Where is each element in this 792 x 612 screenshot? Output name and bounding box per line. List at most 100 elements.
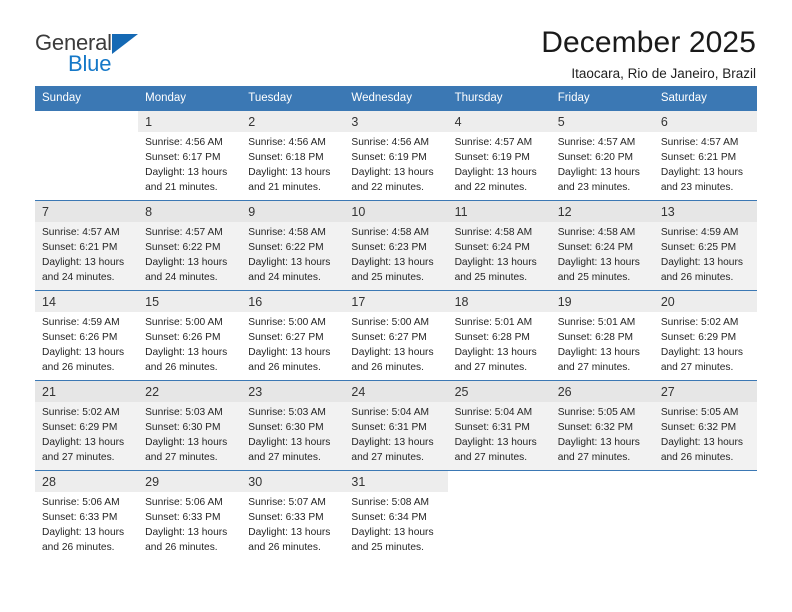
calendar-day-cell-empty	[653, 470, 757, 561]
sunset-text: Sunset: 6:19 PM	[454, 152, 530, 164]
sunrise-text: Sunrise: 4:56 AM	[145, 137, 223, 149]
calendar-day-cell[interactable]: 17 Sunrise: 5:00 AM Sunset: 6:27 PM Dayligh…	[344, 290, 448, 381]
calendar-day-cell[interactable]: 5 Sunrise: 4:57 AM Sunset: 6:20 PM Daylight…	[550, 110, 654, 201]
day-details: Sunrise: 4:57 AM Sunset: 6:19 PM Daylight:…	[448, 132, 551, 196]
sunrise-text: Sunrise: 5:07 AM	[248, 497, 326, 509]
day-details: Sunrise: 5:01 AM Sunset: 6:28 PM Daylight:…	[448, 312, 551, 376]
weekday-header-saturday: Saturday	[653, 86, 757, 111]
sunset-text: Sunset: 6:24 PM	[454, 242, 530, 254]
day-number: 1	[138, 111, 242, 133]
day-number: 16	[241, 291, 345, 313]
sunset-text: Sunset: 6:32 PM	[660, 422, 737, 434]
sunset-text: Sunset: 6:21 PM	[660, 152, 737, 164]
calendar-day-cell[interactable]: 16 Sunrise: 5:00 AM Sunset: 6:27 PM Dayligh…	[241, 290, 345, 381]
sunrise-text: Sunrise: 5:01 AM	[454, 317, 533, 329]
daylight-text: Daylight: 13 hours and 22 minutes.	[351, 167, 434, 194]
day-details: Sunrise: 5:01 AM Sunset: 6:28 PM Daylight:…	[551, 312, 654, 376]
daylight-text: Daylight: 13 hours and 21 minutes.	[145, 167, 228, 194]
calendar-day-cell[interactable]: 31 Sunrise: 5:08 AM Sunset: 6:34 PM Dayligh…	[344, 470, 448, 561]
calendar-day-cell[interactable]: 1 Sunrise: 4:56 AM Sunset: 6:17 PM Daylight…	[138, 110, 242, 201]
calendar-day-cell[interactable]: 4 Sunrise: 4:57 AM Sunset: 6:19 PM Daylight…	[447, 110, 551, 201]
sunrise-text: Sunrise: 4:57 AM	[660, 137, 739, 149]
sunrise-text: Sunrise: 5:00 AM	[248, 317, 326, 329]
sunrise-text: Sunrise: 4:59 AM	[660, 227, 739, 239]
calendar-day-cell[interactable]: 30 Sunrise: 5:07 AM Sunset: 6:33 PM Dayligh…	[241, 470, 345, 561]
calendar-day-cell[interactable]: 9 Sunrise: 4:58 AM Sunset: 6:22 PM Daylight…	[241, 200, 345, 291]
sunset-text: Sunset: 6:27 PM	[351, 332, 427, 344]
day-details: Sunrise: 5:04 AM Sunset: 6:31 PM Daylight:…	[344, 402, 447, 466]
daylight-text: Daylight: 13 hours and 26 minutes.	[660, 437, 743, 464]
calendar-week-row: 7 Sunrise: 4:57 AM Sunset: 6:21 PM Daylight…	[35, 200, 757, 291]
day-number: 15	[138, 291, 242, 313]
calendar-day-cell[interactable]: 25 Sunrise: 5:04 AM Sunset: 6:31 PM Dayligh…	[447, 380, 551, 471]
day-details: Sunrise: 5:00 AM Sunset: 6:27 PM Daylight:…	[344, 312, 447, 376]
daylight-text: Daylight: 13 hours and 25 minutes.	[454, 257, 537, 284]
sunset-text: Sunset: 6:30 PM	[248, 422, 324, 434]
daylight-text: Daylight: 13 hours and 27 minutes.	[660, 347, 743, 374]
daylight-text: Daylight: 13 hours and 26 minutes.	[145, 347, 228, 374]
day-number: 30	[241, 471, 345, 493]
day-details: Sunrise: 5:03 AM Sunset: 6:30 PM Daylight:…	[241, 402, 344, 466]
day-details: Sunrise: 4:57 AM Sunset: 6:21 PM Daylight:…	[35, 222, 138, 286]
day-details: Sunrise: 4:58 AM Sunset: 6:22 PM Daylight:…	[241, 222, 344, 286]
calendar-day-cell[interactable]: 28 Sunrise: 5:06 AM Sunset: 6:33 PM Dayligh…	[35, 470, 139, 561]
calendar-day-cell[interactable]: 27 Sunrise: 5:05 AM Sunset: 6:32 PM Dayligh…	[653, 380, 757, 471]
calendar-day-cell[interactable]: 3 Sunrise: 4:56 AM Sunset: 6:19 PM Daylight…	[344, 110, 448, 201]
day-details: Sunrise: 5:05 AM Sunset: 6:32 PM Daylight:…	[551, 402, 654, 466]
calendar-day-cell[interactable]: 18 Sunrise: 5:01 AM Sunset: 6:28 PM Dayligh…	[447, 290, 551, 381]
sunrise-text: Sunrise: 4:59 AM	[42, 317, 120, 329]
sunrise-text: Sunrise: 5:04 AM	[454, 407, 533, 419]
day-number: 24	[344, 381, 448, 403]
sunset-text: Sunset: 6:19 PM	[351, 152, 427, 164]
day-details: Sunrise: 5:00 AM Sunset: 6:27 PM Daylight:…	[241, 312, 344, 376]
calendar-day-cell[interactable]: 23 Sunrise: 5:03 AM Sunset: 6:30 PM Dayligh…	[241, 380, 345, 471]
calendar-day-cell[interactable]: 21 Sunrise: 5:02 AM Sunset: 6:29 PM Dayligh…	[35, 380, 139, 471]
daylight-text: Daylight: 13 hours and 27 minutes.	[145, 437, 228, 464]
sunset-text: Sunset: 6:30 PM	[145, 422, 221, 434]
calendar-day-cell[interactable]: 26 Sunrise: 5:05 AM Sunset: 6:32 PM Dayligh…	[550, 380, 654, 471]
calendar-day-cell[interactable]: 6 Sunrise: 4:57 AM Sunset: 6:21 PM Daylight…	[653, 110, 757, 201]
day-number: 6	[653, 111, 757, 133]
calendar-day-cell[interactable]: 11 Sunrise: 4:58 AM Sunset: 6:24 PM Dayligh…	[447, 200, 551, 291]
sunset-text: Sunset: 6:31 PM	[454, 422, 530, 434]
calendar-day-cell[interactable]: 2 Sunrise: 4:56 AM Sunset: 6:18 PM Daylight…	[241, 110, 345, 201]
calendar-day-cell[interactable]: 14 Sunrise: 4:59 AM Sunset: 6:26 PM Dayligh…	[35, 290, 139, 381]
day-number: 14	[35, 291, 139, 313]
calendar-day-cell[interactable]: 12 Sunrise: 4:58 AM Sunset: 6:24 PM Dayligh…	[550, 200, 654, 291]
day-details: Sunrise: 4:57 AM Sunset: 6:20 PM Daylight:…	[551, 132, 654, 196]
daylight-text: Daylight: 13 hours and 26 minutes.	[660, 257, 743, 284]
sunrise-text: Sunrise: 4:56 AM	[351, 137, 430, 149]
day-details: Sunrise: 4:59 AM Sunset: 6:25 PM Daylight:…	[654, 222, 757, 286]
day-details: Sunrise: 5:06 AM Sunset: 6:33 PM Daylight:…	[35, 492, 138, 556]
sunset-text: Sunset: 6:28 PM	[557, 332, 634, 344]
generalblue-logo[interactable]: General Blue	[35, 26, 155, 78]
day-number: 23	[241, 381, 345, 403]
sunrise-text: Sunrise: 4:57 AM	[145, 227, 223, 239]
day-details: Sunrise: 5:02 AM Sunset: 6:29 PM Daylight:…	[35, 402, 138, 466]
calendar-day-cell[interactable]: 20 Sunrise: 5:02 AM Sunset: 6:29 PM Dayligh…	[653, 290, 757, 381]
day-number: 4	[447, 111, 551, 133]
day-details: Sunrise: 4:58 AM Sunset: 6:24 PM Daylight:…	[448, 222, 551, 286]
sunset-text: Sunset: 6:22 PM	[145, 242, 221, 254]
calendar-day-cell[interactable]: 8 Sunrise: 4:57 AM Sunset: 6:22 PM Daylight…	[138, 200, 242, 291]
page-title: December 2025	[541, 26, 756, 59]
sunset-text: Sunset: 6:34 PM	[351, 512, 427, 524]
calendar-day-cell[interactable]: 10 Sunrise: 4:58 AM Sunset: 6:23 PM Dayligh…	[344, 200, 448, 291]
calendar-page: General Blue December 2025 Itaocara, Rio…	[0, 0, 792, 612]
calendar-day-cell[interactable]: 13 Sunrise: 4:59 AM Sunset: 6:25 PM Dayligh…	[653, 200, 757, 291]
day-number: 12	[550, 201, 654, 223]
calendar-day-cell[interactable]: 29 Sunrise: 5:06 AM Sunset: 6:33 PM Dayligh…	[138, 470, 242, 561]
calendar-day-cell[interactable]: 15 Sunrise: 5:00 AM Sunset: 6:26 PM Dayligh…	[138, 290, 242, 381]
daylight-text: Daylight: 13 hours and 26 minutes.	[145, 527, 228, 554]
day-number: 20	[653, 291, 757, 313]
sunset-text: Sunset: 6:29 PM	[42, 422, 118, 434]
sunrise-text: Sunrise: 5:03 AM	[145, 407, 223, 419]
sunset-text: Sunset: 6:17 PM	[145, 152, 221, 164]
calendar-day-cell[interactable]: 19 Sunrise: 5:01 AM Sunset: 6:28 PM Dayligh…	[550, 290, 654, 381]
sunrise-text: Sunrise: 5:06 AM	[42, 497, 120, 509]
calendar-day-cell[interactable]: 22 Sunrise: 5:03 AM Sunset: 6:30 PM Dayligh…	[138, 380, 242, 471]
daylight-text: Daylight: 13 hours and 26 minutes.	[248, 527, 331, 554]
calendar-day-cell[interactable]: 24 Sunrise: 5:04 AM Sunset: 6:31 PM Dayligh…	[344, 380, 448, 471]
sunset-text: Sunset: 6:18 PM	[248, 152, 324, 164]
calendar-day-cell[interactable]: 7 Sunrise: 4:57 AM Sunset: 6:21 PM Daylight…	[35, 200, 139, 291]
